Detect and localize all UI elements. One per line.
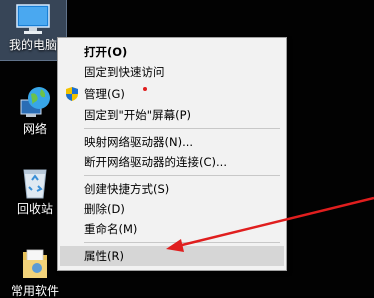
menu-item-label: 删除(D) [84, 202, 125, 216]
menu-item-label: 固定到快速访问 [84, 65, 165, 79]
recycle-bin-icon [20, 166, 50, 200]
folder-icon [20, 246, 50, 282]
menu-item-manage[interactable]: 管理(G) [60, 84, 284, 104]
annotation-red-dot [143, 87, 147, 91]
menu-item-disconnect-network-drive[interactable]: 断开网络驱动器的连接(C)... [60, 152, 284, 172]
menu-item-rename[interactable]: 重命名(M) [60, 219, 284, 239]
menu-item-open[interactable]: 打开(O) [60, 42, 284, 62]
menu-item-label: 映射网络驱动器(N)... [84, 135, 194, 149]
menu-separator [84, 242, 280, 243]
menu-separator [84, 175, 280, 176]
menu-item-pin-quick-access[interactable]: 固定到快速访问 [60, 62, 284, 82]
menu-item-delete[interactable]: 删除(D) [60, 199, 284, 219]
menu-item-label: 断开网络驱动器的连接(C)... [84, 155, 227, 169]
menu-item-label: 创建快捷方式(S) [84, 182, 170, 196]
uac-shield-icon [64, 86, 80, 102]
menu-separator [84, 128, 280, 129]
menu-item-label: 重命名(M) [84, 222, 138, 236]
menu-item-properties[interactable]: 属性(R) [60, 246, 284, 266]
context-menu: 打开(O) 固定到快速访问 管理(G) 固定到"开始"屏幕(P) 映射网络驱动器… [57, 37, 287, 271]
computer-icon [15, 4, 51, 36]
menu-item-label: 管理(G) [84, 87, 125, 101]
menu-item-label: 固定到"开始"屏幕(P) [84, 108, 191, 122]
menu-item-create-shortcut[interactable]: 创建快捷方式(S) [60, 179, 284, 199]
network-globe-icon [17, 86, 53, 120]
menu-item-map-network-drive[interactable]: 映射网络驱动器(N)... [60, 132, 284, 152]
desktop[interactable]: 我的电脑 网络 回收站 常用软件 打开(O) 固定到快速访问 管理(G) 固定到… [0, 0, 374, 298]
menu-item-pin-start[interactable]: 固定到"开始"屏幕(P) [60, 105, 284, 125]
menu-item-label: 打开(O) [84, 45, 128, 59]
menu-item-label: 属性(R) [84, 249, 124, 263]
